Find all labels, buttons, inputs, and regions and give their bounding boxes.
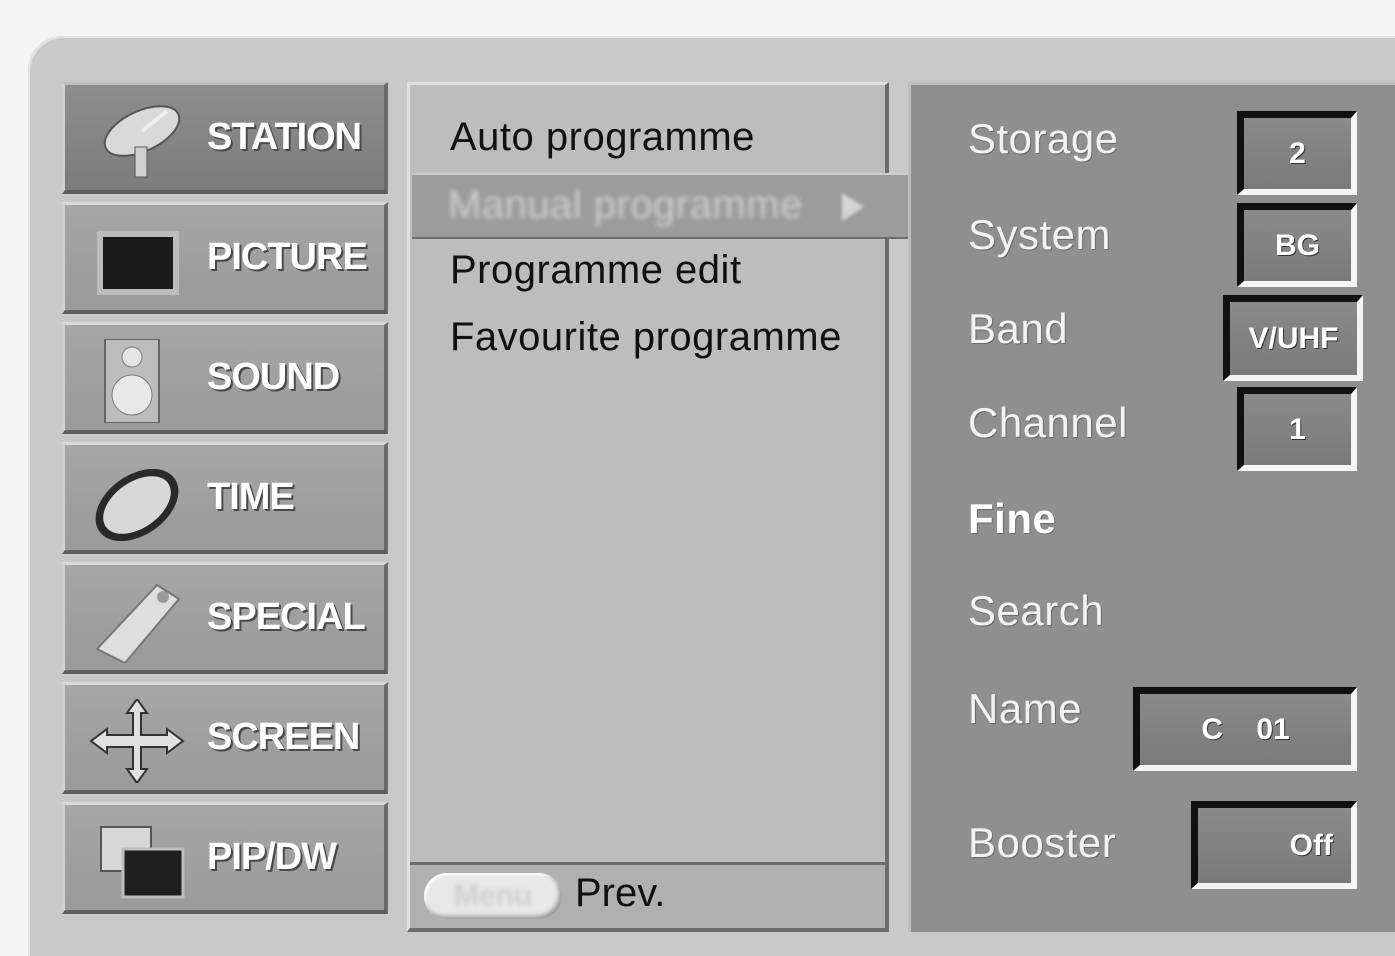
menu-button-label: Menu [453,879,533,912]
station-submenu: Auto programme Manual programme Programm… [407,82,917,932]
search-label[interactable]: Search [968,587,1104,635]
menu-label-time: TIME [207,476,295,518]
band-label: Band [968,305,1069,352]
name-label: Name [968,685,1083,732]
menu-item-time[interactable]: TIME [62,442,388,554]
menu-item-sound[interactable]: SOUND [62,322,388,434]
menu-label-screen: SCREEN [207,716,360,758]
submenu-item-label: Manual programme [448,183,803,227]
system-value[interactable]: BG [1237,203,1357,287]
tv-screen-icon [97,231,179,295]
menu-item-pipdw[interactable]: PIP/DW [62,802,388,914]
booster-label: Booster [968,819,1117,866]
name-value[interactable]: C 01 [1133,687,1357,771]
menu-button[interactable]: Menu [424,873,562,919]
tag-icon [95,583,181,663]
storage-value[interactable]: 2 [1237,111,1357,195]
submenu-item-favourite-programme[interactable]: Favourite programme [450,315,842,360]
menu-item-picture[interactable]: PICTURE [62,202,388,314]
storage-label: Storage [968,115,1119,162]
submenu-footer: Menu Prev. [410,862,885,928]
channel-value[interactable]: 1 [1237,387,1357,471]
booster-value[interactable]: Off [1191,801,1357,889]
menu-label-sound: SOUND [207,356,340,398]
submenu-item-auto-programme[interactable]: Auto programme [450,115,755,160]
menu-item-screen[interactable]: SCREEN [62,682,388,794]
system-label: System [968,211,1112,258]
main-menu: STATION PICTURE SOUND TIME SPECIAL SCREE… [62,82,388,932]
menu-label-picture: PICTURE [207,236,368,278]
channel-label: Channel [968,399,1128,446]
prev-label: Prev. [575,871,666,915]
band-value[interactable]: V/UHF [1223,295,1363,381]
arrow-right-icon [842,193,864,221]
satellite-dish-icon [103,105,181,178]
menu-label-pipdw: PIP/DW [207,836,337,878]
fine-label[interactable]: Fine [968,495,1056,543]
menu-item-special[interactable]: SPECIAL [62,562,388,674]
menu-label-special: SPECIAL [207,596,366,638]
speaker-icon [104,339,160,423]
move-arrows-icon [89,699,185,783]
submenu-item-manual-programme[interactable]: Manual programme [412,173,917,239]
clock-icon [95,468,179,542]
submenu-item-programme-edit[interactable]: Programme edit [450,248,742,293]
menu-item-station[interactable]: STATION [62,82,388,194]
manual-programme-panel: Storage 2 System BG Band V/UHF Channel 1… [908,82,1395,932]
menu-label-station: STATION [207,116,362,158]
pip-windows-icon [100,826,185,899]
